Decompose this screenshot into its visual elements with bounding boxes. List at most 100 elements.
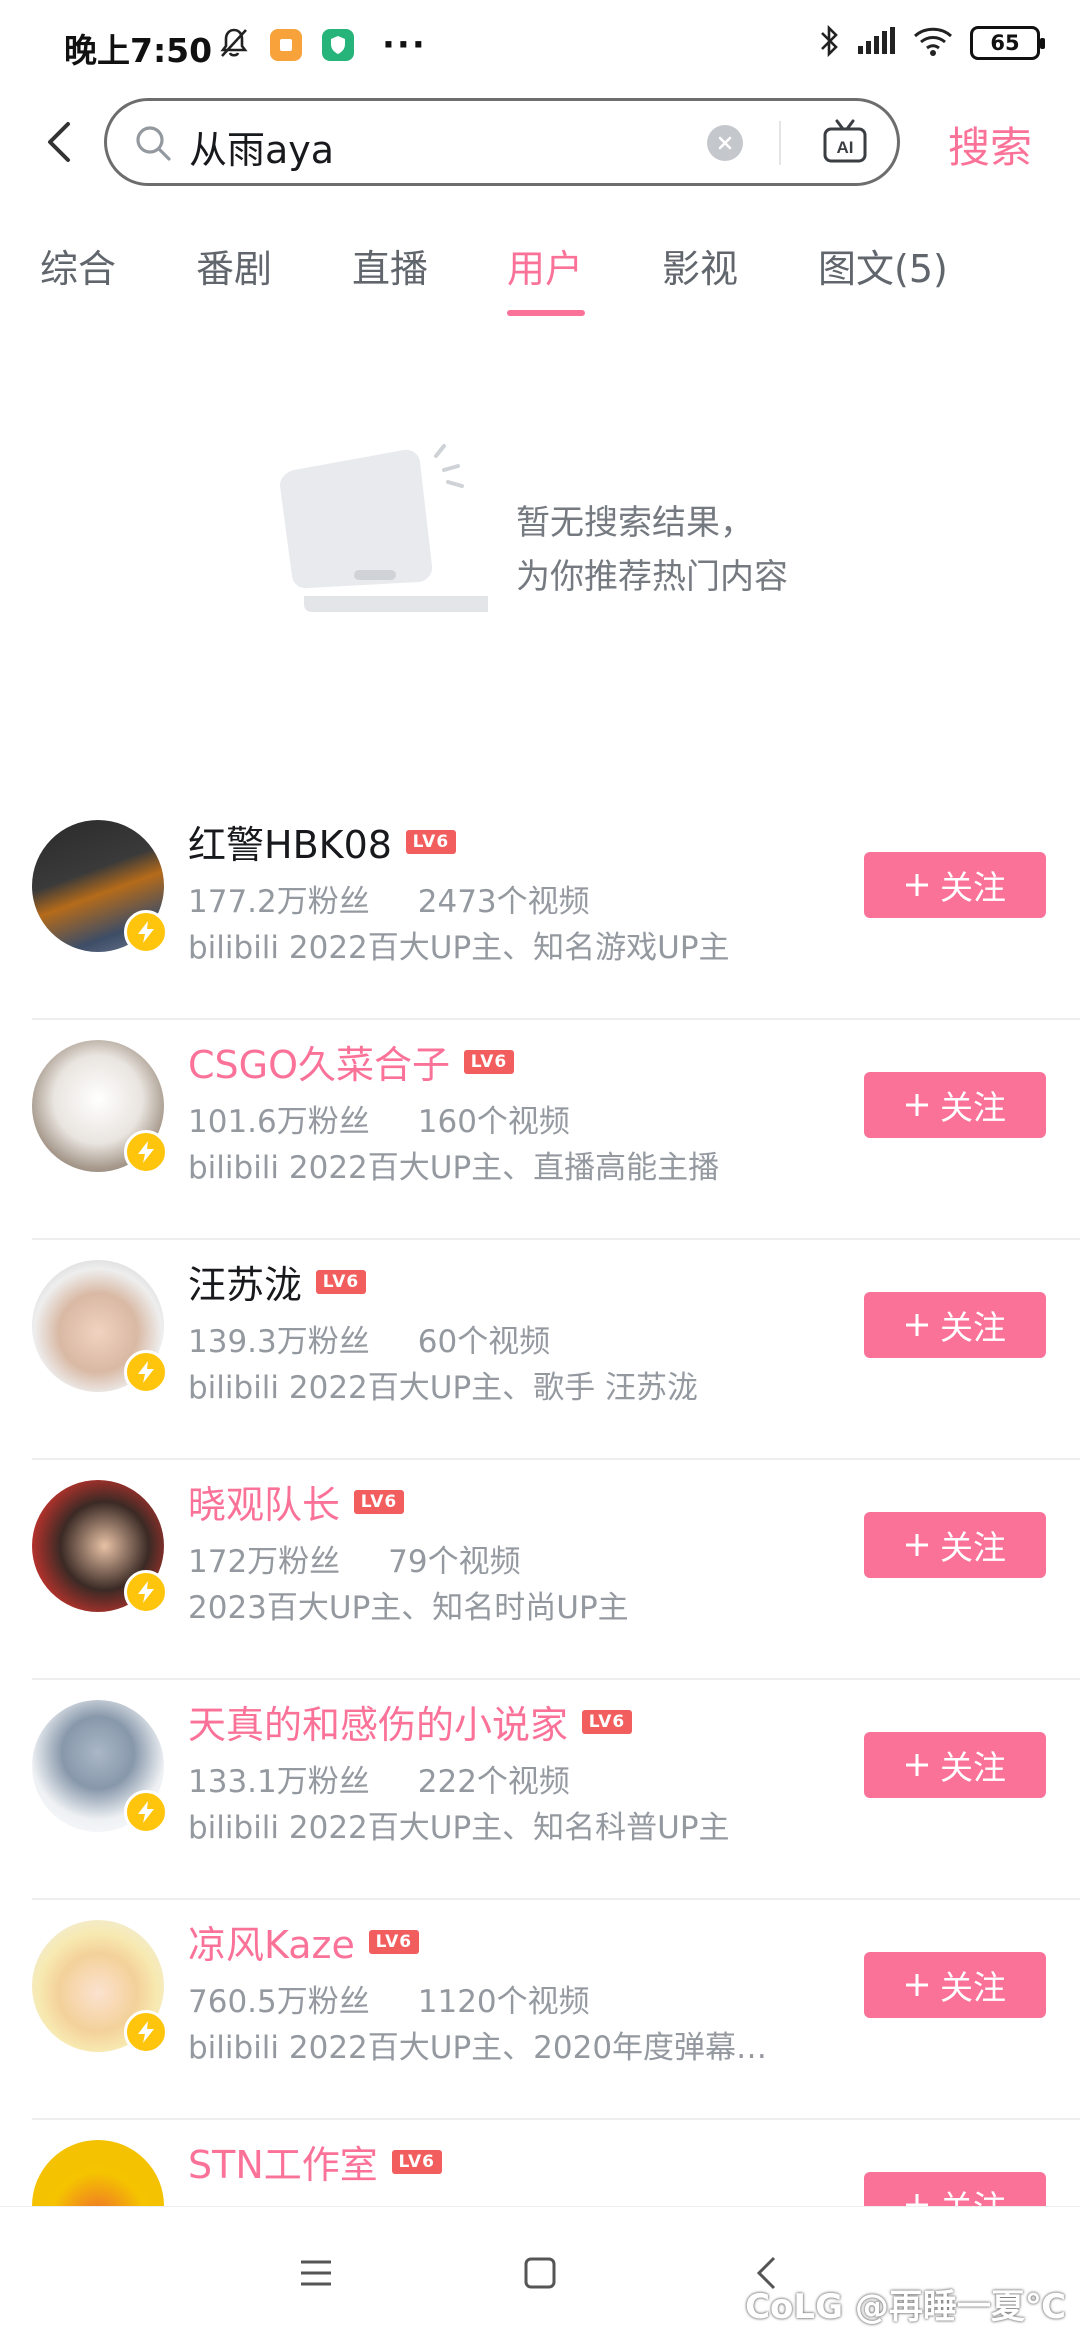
search-box[interactable]: 从雨aya AI	[104, 98, 900, 186]
video-count: 222个视频	[417, 1764, 570, 1800]
follow-button[interactable]: 关注	[864, 1292, 1046, 1358]
video-count: 160个视频	[417, 1104, 570, 1140]
level-badge: LV6	[582, 1709, 633, 1734]
fans-count: 133.1万粉丝	[188, 1764, 370, 1800]
fans-count: 177.2万粉丝	[188, 884, 370, 920]
user-name[interactable]: 汪苏泷 LV6	[188, 1254, 367, 1309]
user-description: bilibili 2022百大UP主、歌手 汪苏泷	[188, 1370, 699, 1406]
verified-bolt-icon	[124, 2010, 168, 2054]
plus-icon	[906, 1094, 928, 1116]
menu-icon	[301, 2260, 331, 2286]
level-badge: LV6	[368, 1929, 419, 1954]
follow-button[interactable]: 关注	[864, 1072, 1046, 1138]
menu-nav-button[interactable]	[286, 2243, 346, 2303]
plus-icon	[906, 1534, 928, 1556]
bluetooth-icon	[818, 24, 840, 62]
tab-bangumi[interactable]: 番剧	[196, 238, 272, 293]
more-dots-icon: ···	[382, 25, 427, 65]
user-description: bilibili 2022百大UP主、2020年度弹幕…	[188, 2030, 768, 2066]
svg-text:AI: AI	[837, 138, 854, 157]
user-results-list: 红警HBK08 LV6 177.2万粉丝 2473个视频 bilibili 2022…	[0, 800, 1080, 2340]
video-count: 60个视频	[417, 1324, 551, 1360]
follow-button[interactable]: 关注	[864, 1952, 1046, 2018]
bell-mute-icon	[218, 26, 250, 64]
follow-button[interactable]: 关注	[864, 1732, 1046, 1798]
user-stats: 101.6万粉丝 160个视频	[188, 1096, 570, 1141]
search-icon	[133, 123, 173, 167]
ai-search-button[interactable]: AI	[821, 117, 869, 165]
level-badge: LV6	[316, 1269, 367, 1294]
user-description: bilibili 2022百大UP主、直播高能主播	[188, 1150, 720, 1186]
video-count: 2473个视频	[417, 884, 590, 920]
user-name[interactable]: 红警HBK08 LV6	[188, 814, 456, 869]
status-icons-right: 65	[818, 24, 1045, 62]
battery-icon: 65	[970, 26, 1045, 60]
user-name[interactable]: 晓观队长 LV6	[188, 1474, 405, 1529]
wifi-icon	[912, 25, 954, 61]
level-badge: LV6	[464, 1049, 515, 1074]
status-icons-left: ···	[218, 26, 427, 64]
plus-icon	[906, 874, 928, 896]
user-stats: 172万粉丝 79个视频	[188, 1536, 521, 1581]
fans-count: 172万粉丝	[188, 1544, 341, 1580]
watermark: CoLG @再睡一夏℃	[745, 2287, 1066, 2327]
user-row[interactable]: 红警HBK08 LV6 177.2万粉丝 2473个视频 bilibili 2022…	[32, 800, 1080, 1020]
user-stats: 177.2万粉丝 2473个视频	[188, 876, 590, 921]
level-badge: LV6	[354, 1489, 405, 1514]
fans-count: 760.5万粉丝	[188, 1984, 370, 2020]
level-badge: LV6	[391, 2149, 442, 2174]
user-stats: 139.3万粉丝 60个视频	[188, 1316, 550, 1361]
tab-live[interactable]: 直播	[352, 238, 428, 293]
empty-message: 暂无搜索结果， 为你推荐热门内容	[516, 496, 788, 604]
tab-film[interactable]: 影视	[662, 238, 738, 293]
user-row[interactable]: 凉风Kaze LV6 760.5万粉丝 1120个视频 bilibili 2022百…	[32, 1900, 1080, 2120]
user-row[interactable]: 晓观队长 LV6 172万粉丝 79个视频 2023百大UP主、知名时尚UP主 关注	[32, 1460, 1080, 1680]
user-description: bilibili 2022百大UP主、知名科普UP主	[188, 1810, 730, 1846]
user-stats: 760.5万粉丝 1120个视频	[188, 1976, 590, 2021]
user-name[interactable]: STN工作室 LV6	[188, 2134, 442, 2189]
home-nav-button[interactable]	[510, 2243, 570, 2303]
home-square-icon	[524, 2257, 556, 2289]
shield-app-icon	[322, 29, 354, 61]
user-row[interactable]: 汪苏泷 LV6 139.3万粉丝 60个视频 bilibili 2022百大UP主、…	[32, 1240, 1080, 1460]
app-screen: 晚上7:50 ··· 65 从雨aya AI 搜索 综合 番剧 直播 用户 影视…	[0, 0, 1080, 2340]
result-tabs: 综合 番剧 直播 用户 影视 图文(5)	[0, 230, 1080, 320]
video-count: 79个视频	[388, 1544, 521, 1580]
search-header: 从雨aya AI 搜索	[0, 92, 1080, 192]
user-description: bilibili 2022百大UP主、知名游戏UP主	[188, 930, 730, 966]
verified-bolt-icon	[124, 1790, 168, 1834]
user-name[interactable]: 凉风Kaze LV6	[188, 1914, 419, 1969]
follow-button[interactable]: 关注	[864, 852, 1046, 918]
back-button[interactable]	[34, 114, 84, 170]
user-description: 2023百大UP主、知名时尚UP主	[188, 1590, 629, 1626]
status-time: 晚上7:50	[64, 31, 213, 70]
status-bar: 晚上7:50 ··· 65	[0, 0, 1080, 92]
verified-bolt-icon	[124, 1350, 168, 1394]
user-name[interactable]: 天真的和感伤的小说家 LV6	[188, 1694, 633, 1749]
empty-message-line1: 暂无搜索结果，	[516, 503, 754, 543]
verified-bolt-icon	[124, 1130, 168, 1174]
plus-icon	[906, 1754, 928, 1776]
follow-button[interactable]: 关注	[864, 1512, 1046, 1578]
system-nav-bar: CoLG @再睡一夏℃	[0, 2206, 1080, 2340]
tab-articles[interactable]: 图文(5)	[818, 238, 948, 293]
empty-laptop-illustration	[268, 440, 488, 640]
search-input[interactable]: 从雨aya	[189, 119, 334, 174]
close-icon	[718, 136, 732, 150]
search-submit-button[interactable]: 搜索	[948, 114, 1032, 175]
user-row[interactable]: CSGO久菜合子 LV6 101.6万粉丝 160个视频 bilibili 2022…	[32, 1020, 1080, 1240]
level-badge: LV6	[405, 829, 456, 854]
user-row[interactable]: 天真的和感伤的小说家 LV6 133.1万粉丝 222个视频 bilibili 20…	[32, 1680, 1080, 1900]
tab-users[interactable]: 用户	[507, 238, 583, 293]
user-name[interactable]: CSGO久菜合子 LV6	[188, 1034, 515, 1089]
plus-icon	[906, 1314, 928, 1336]
clear-search-button[interactable]	[707, 125, 743, 161]
back-arrow-icon	[48, 122, 70, 162]
empty-state: 暂无搜索结果， 为你推荐热门内容	[0, 440, 1080, 640]
fans-count: 139.3万粉丝	[188, 1324, 370, 1360]
verified-bolt-icon	[124, 910, 168, 954]
tab-comprehensive[interactable]: 综合	[40, 238, 116, 293]
fans-count: 101.6万粉丝	[188, 1104, 370, 1140]
user-stats: 133.1万粉丝 222个视频	[188, 1756, 570, 1801]
ai-tv-icon: AI	[823, 119, 867, 163]
